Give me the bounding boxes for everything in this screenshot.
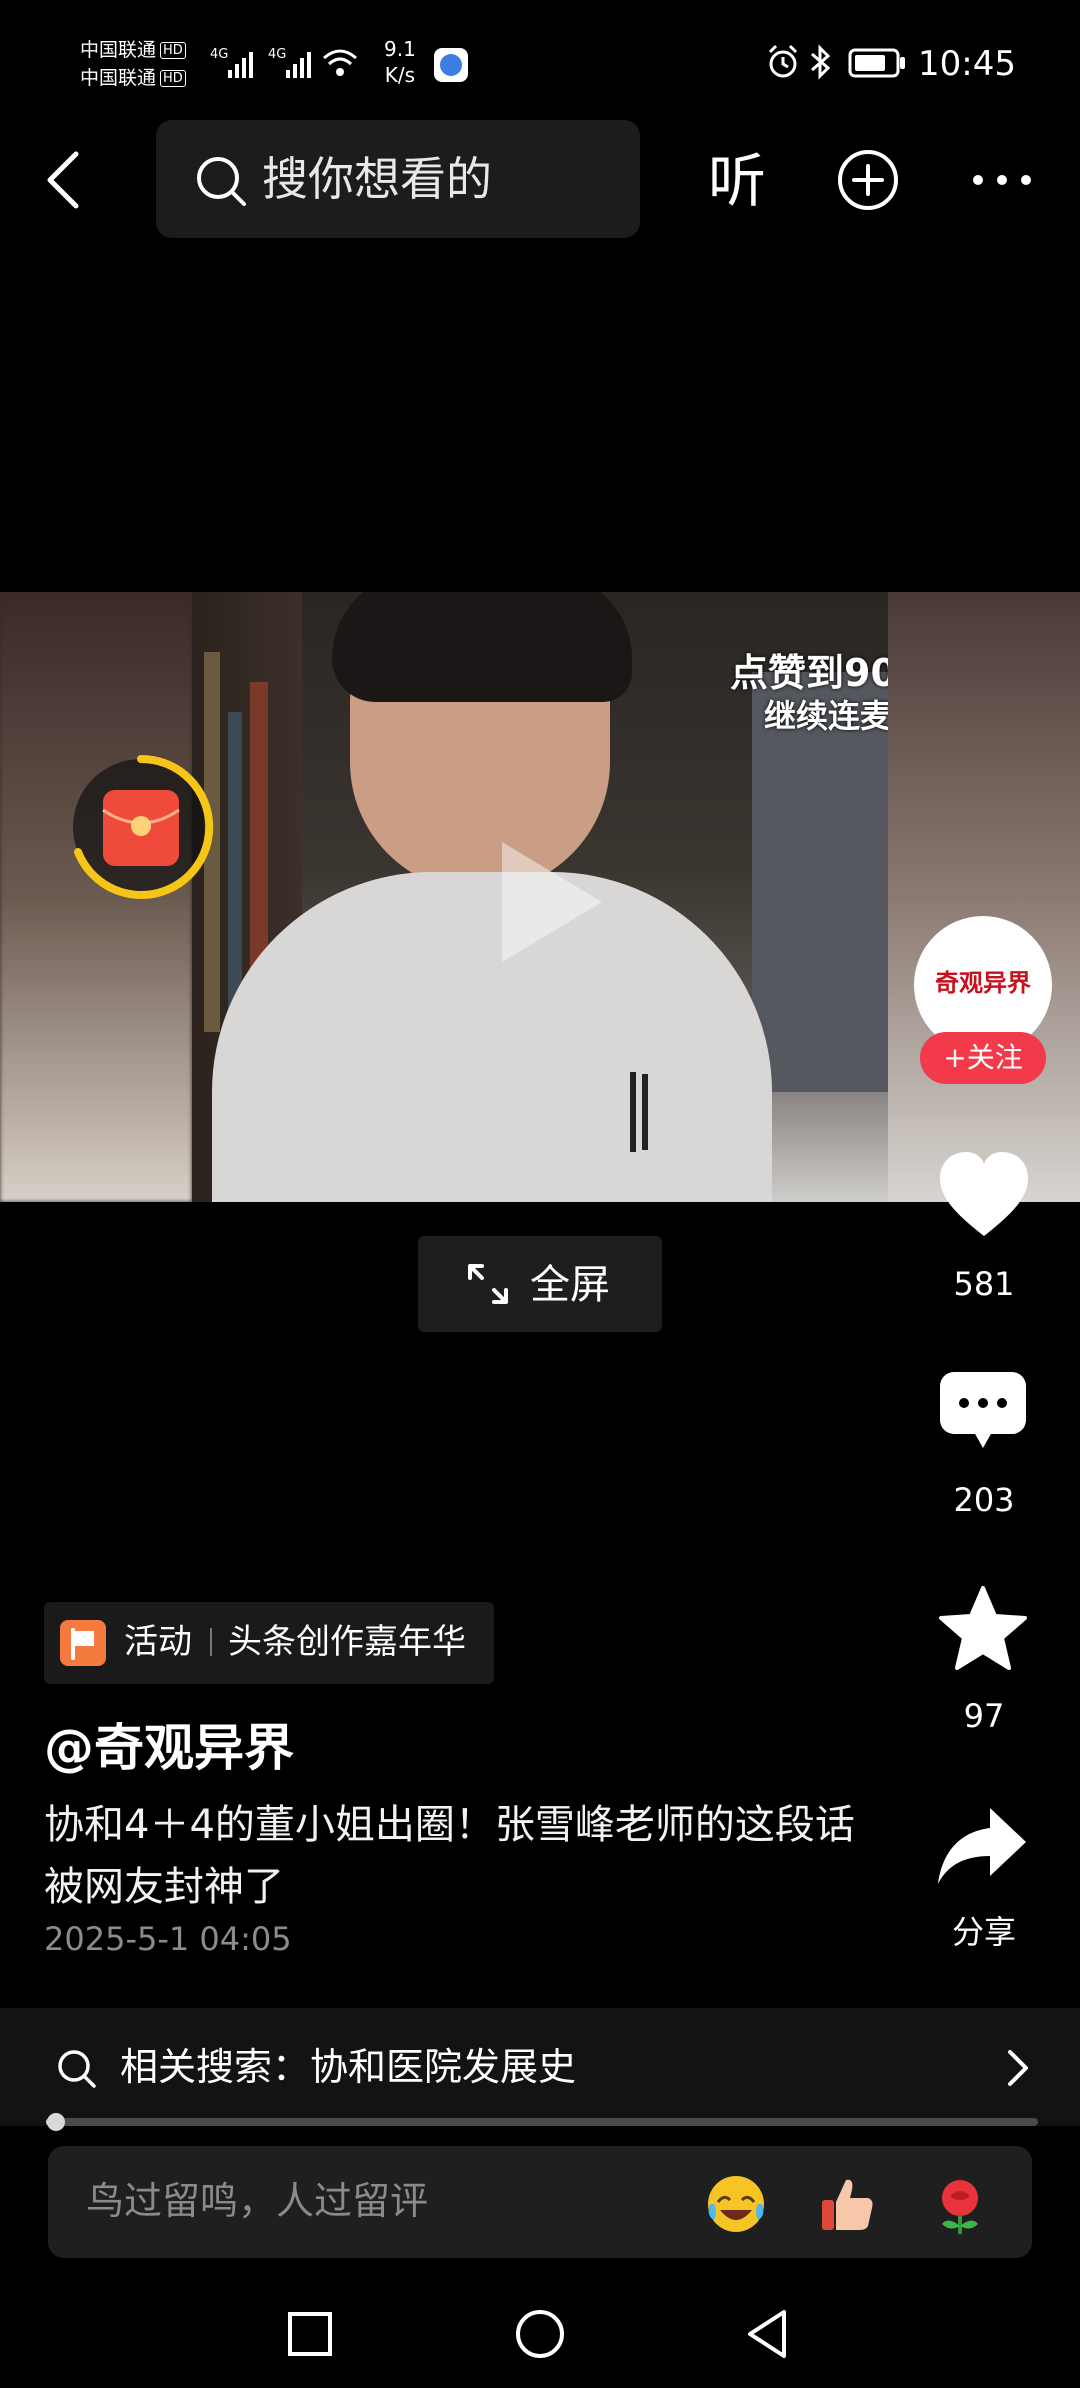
rose-emoji-icon[interactable] [928,2172,992,2236]
comment-count: 203 [953,1481,1015,1519]
post-description: 协和4＋4的董小姐出圈！张雪峰老师的这段话被网友封神了 [44,1802,855,1910]
listen-button[interactable]: 听 [708,148,766,214]
post-timestamp: 2025-5-1 04:05 [44,1920,292,1958]
hd-badge-2: HD [160,70,186,87]
status-bar: 中国联通 HD 中国联通 HD 4G 4G 9.1 K/s 10:45 [0,0,1080,120]
like-count: 581 [953,1265,1015,1303]
svg-text:4G: 4G [268,47,286,62]
flag-icon [60,1620,106,1666]
battery-icon [848,48,905,78]
overlay-line-2: 继续连麦 [764,697,893,735]
bluetooth-icon [811,44,831,80]
home-icon[interactable] [514,2308,566,2360]
favorite-count: 97 [963,1697,1005,1735]
svg-text:4G: 4G [210,47,228,62]
fullscreen-label: 全屏 [530,1262,610,1308]
activity-tag[interactable]: 活动 头条创作嘉年华 [44,1602,494,1684]
search-icon [58,2050,96,2088]
recent-apps-icon[interactable] [286,2310,334,2358]
net-speed-unit: K/s [384,63,416,87]
activity-type: 活动 [124,1622,192,1662]
comment-icon[interactable] [938,1370,1028,1452]
alarm-icon [768,44,798,78]
avatar-text: 奇观异界 [935,969,1031,997]
clock: 10:45 [918,44,1016,84]
search-icon [197,157,246,206]
share-arrow-icon[interactable] [934,1804,1030,1888]
back-nav-icon[interactable] [744,2308,790,2360]
laughing-tears-emoji-icon[interactable] [704,2172,768,2236]
app-badge-icon [434,48,468,82]
video-caption-overlay: 点赞到90 继续连麦 [730,650,897,736]
fullscreen-button[interactable]: 全屏 [418,1236,662,1332]
progress-knob[interactable] [46,2113,65,2131]
comment-placeholder: 鸟过留鸣，人过留评 [86,2179,429,2223]
back-icon[interactable] [44,150,84,210]
overlay-line-1: 点赞到90 [730,651,897,695]
comment-input[interactable]: 鸟过留鸣，人过留评 [48,2146,1032,2258]
net-speed: 9.1 K/s [384,36,416,88]
follow-button[interactable]: +关注 [920,1032,1046,1084]
add-circle-icon[interactable] [836,148,900,212]
chevron-right-icon [1008,2050,1028,2086]
related-search-bar[interactable]: 相关搜索：协和医院发展史 [0,2008,1080,2126]
favorite-star-icon[interactable] [936,1584,1030,1674]
expand-icon [468,1264,508,1304]
red-packet-icon[interactable] [66,752,216,902]
net-speed-value: 9.1 [384,37,416,61]
carrier-info: 中国联通 HD 中国联通 HD [80,36,186,92]
playback-progress-bar[interactable] [46,2113,1038,2131]
thumbs-up-emoji-icon[interactable] [816,2172,880,2236]
search-bar[interactable]: 搜你想看的 [156,120,640,238]
more-icon[interactable] [970,170,1034,190]
activity-name: 头条创作嘉年华 [228,1622,466,1662]
overlay-mask [888,592,1080,1202]
author-name[interactable]: @奇观异界 [44,1718,294,1778]
like-heart-icon[interactable] [936,1150,1032,1240]
play-icon[interactable] [492,832,612,972]
search-placeholder: 搜你想看的 [262,152,492,206]
system-nav-bar [0,2278,1080,2388]
carrier-1-label: 中国联通 [80,39,157,61]
related-search-label: 相关搜索：协和医院发展史 [120,2045,577,2089]
signal-icon: 4G 4G [210,47,357,78]
share-label[interactable]: 分享 [914,1912,1054,1952]
carrier-2-label: 中国联通 [80,67,157,89]
activity-divider [210,1628,212,1656]
hd-badge: HD [160,42,186,59]
